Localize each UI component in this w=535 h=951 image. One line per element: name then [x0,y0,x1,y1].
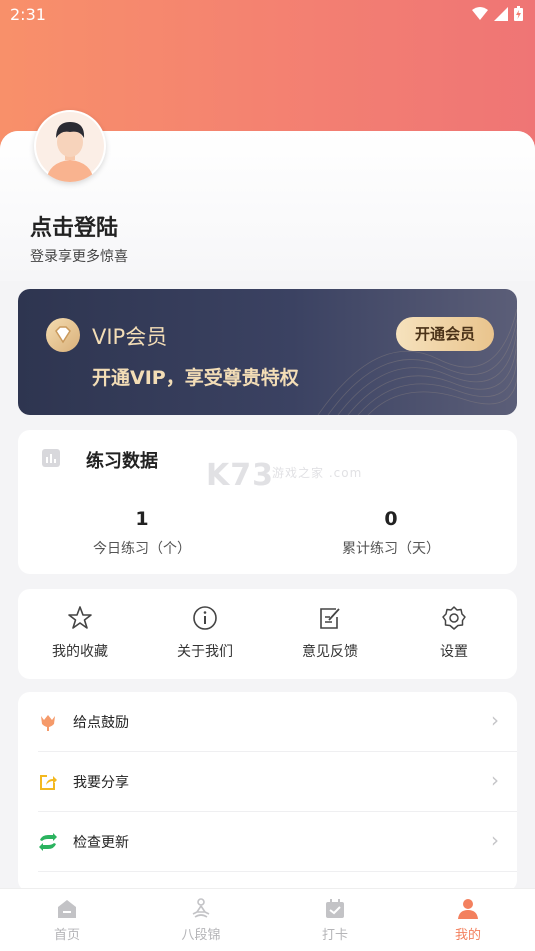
encourage-label: 给点鼓励 [73,715,129,731]
battery-icon [514,6,523,21]
chevron-right-icon: › [491,828,499,852]
tab-home[interactable]: 首页 [0,897,134,943]
watermark: K73 游戏之家 .com [206,458,361,493]
watermark-domain: .com [328,466,363,480]
edit-icon [320,608,340,629]
menu-list: 给点鼓励 › 我要分享 › 检查更新 › [18,692,517,892]
gear-icon [442,606,466,630]
share-label: 我要分享 [73,775,129,791]
today-practice-stat: 1 今日练习（个） [42,508,242,558]
login-subtitle: 登录享更多惊喜 [30,249,128,265]
wave-decoration [317,308,517,415]
today-practice-value: 1 [135,508,149,530]
tab-baduanjin[interactable]: 八段锦 [134,897,268,943]
star-icon [68,606,92,629]
today-practice-label: 今日练习（个） [93,541,191,557]
person-icon [458,899,478,919]
watermark-tagline: 游戏之家 [272,466,325,480]
quick-actions-card: 我的收藏 关于我们 意见反馈 设置 [18,589,517,679]
bottom-tab-bar: 首页 八段锦 打卡 我的 [0,888,535,951]
practice-data-title: 练习数据 [86,451,158,472]
refresh-icon [39,833,57,851]
about-us-button[interactable]: 关于我们 [143,605,267,661]
settings-label: 设置 [440,644,468,660]
chevron-right-icon: › [491,708,499,732]
total-practice-label: 累计练习（天） [342,541,440,557]
share-row[interactable]: 我要分享 › [18,752,517,812]
tab-mine[interactable]: 我的 [401,897,535,943]
open-vip-button[interactable]: 开通会员 [396,317,494,351]
favorites-label: 我的收藏 [52,644,108,660]
vip-banner[interactable]: VIP会员 开通VIP，享受尊贵特权 开通会员 [18,289,517,415]
status-bar: 2:31 [0,0,535,30]
tab-checkin[interactable]: 打卡 [268,897,402,943]
tulip-icon [41,715,55,731]
status-time: 2:31 [10,5,46,24]
encourage-row[interactable]: 给点鼓励 › [18,692,517,752]
check-update-label: 检查更新 [73,835,129,851]
tab-checkin-label: 打卡 [321,928,348,943]
wifi-icon [472,6,488,20]
share-icon [40,775,57,790]
signal-icon [494,6,508,21]
chevron-right-icon: › [491,768,499,792]
about-us-label: 关于我们 [177,644,233,660]
meditation-icon [192,898,210,918]
tab-mine-label: 我的 [454,928,481,943]
total-practice-stat: 0 累计练习（天） [291,508,491,558]
avatar[interactable] [34,110,106,182]
vip-diamond-icon [46,318,80,352]
watermark-brand: K73 [206,458,274,493]
user-avatar-icon [36,112,104,182]
practice-data-card: 练习数据 K73 游戏之家 .com 1 今日练习（个） 0 累计练习（天） [18,430,517,574]
tab-baduanjin-label: 八段锦 [181,928,221,943]
tab-home-label: 首页 [53,928,80,943]
info-icon [193,606,217,630]
feedback-label: 意见反馈 [302,644,358,660]
home-icon [58,900,76,918]
calendar-check-icon [326,899,344,918]
favorites-button[interactable]: 我的收藏 [18,605,142,661]
bar-chart-icon [42,449,60,467]
vip-title: VIP会员 [92,325,168,349]
total-practice-value: 0 [384,508,398,530]
settings-button[interactable]: 设置 [392,605,516,661]
vip-subtitle: 开通VIP，享受尊贵特权 [92,367,299,389]
feedback-button[interactable]: 意见反馈 [268,605,392,661]
login-title[interactable]: 点击登陆 [30,210,118,242]
check-update-row[interactable]: 检查更新 › [18,812,517,872]
